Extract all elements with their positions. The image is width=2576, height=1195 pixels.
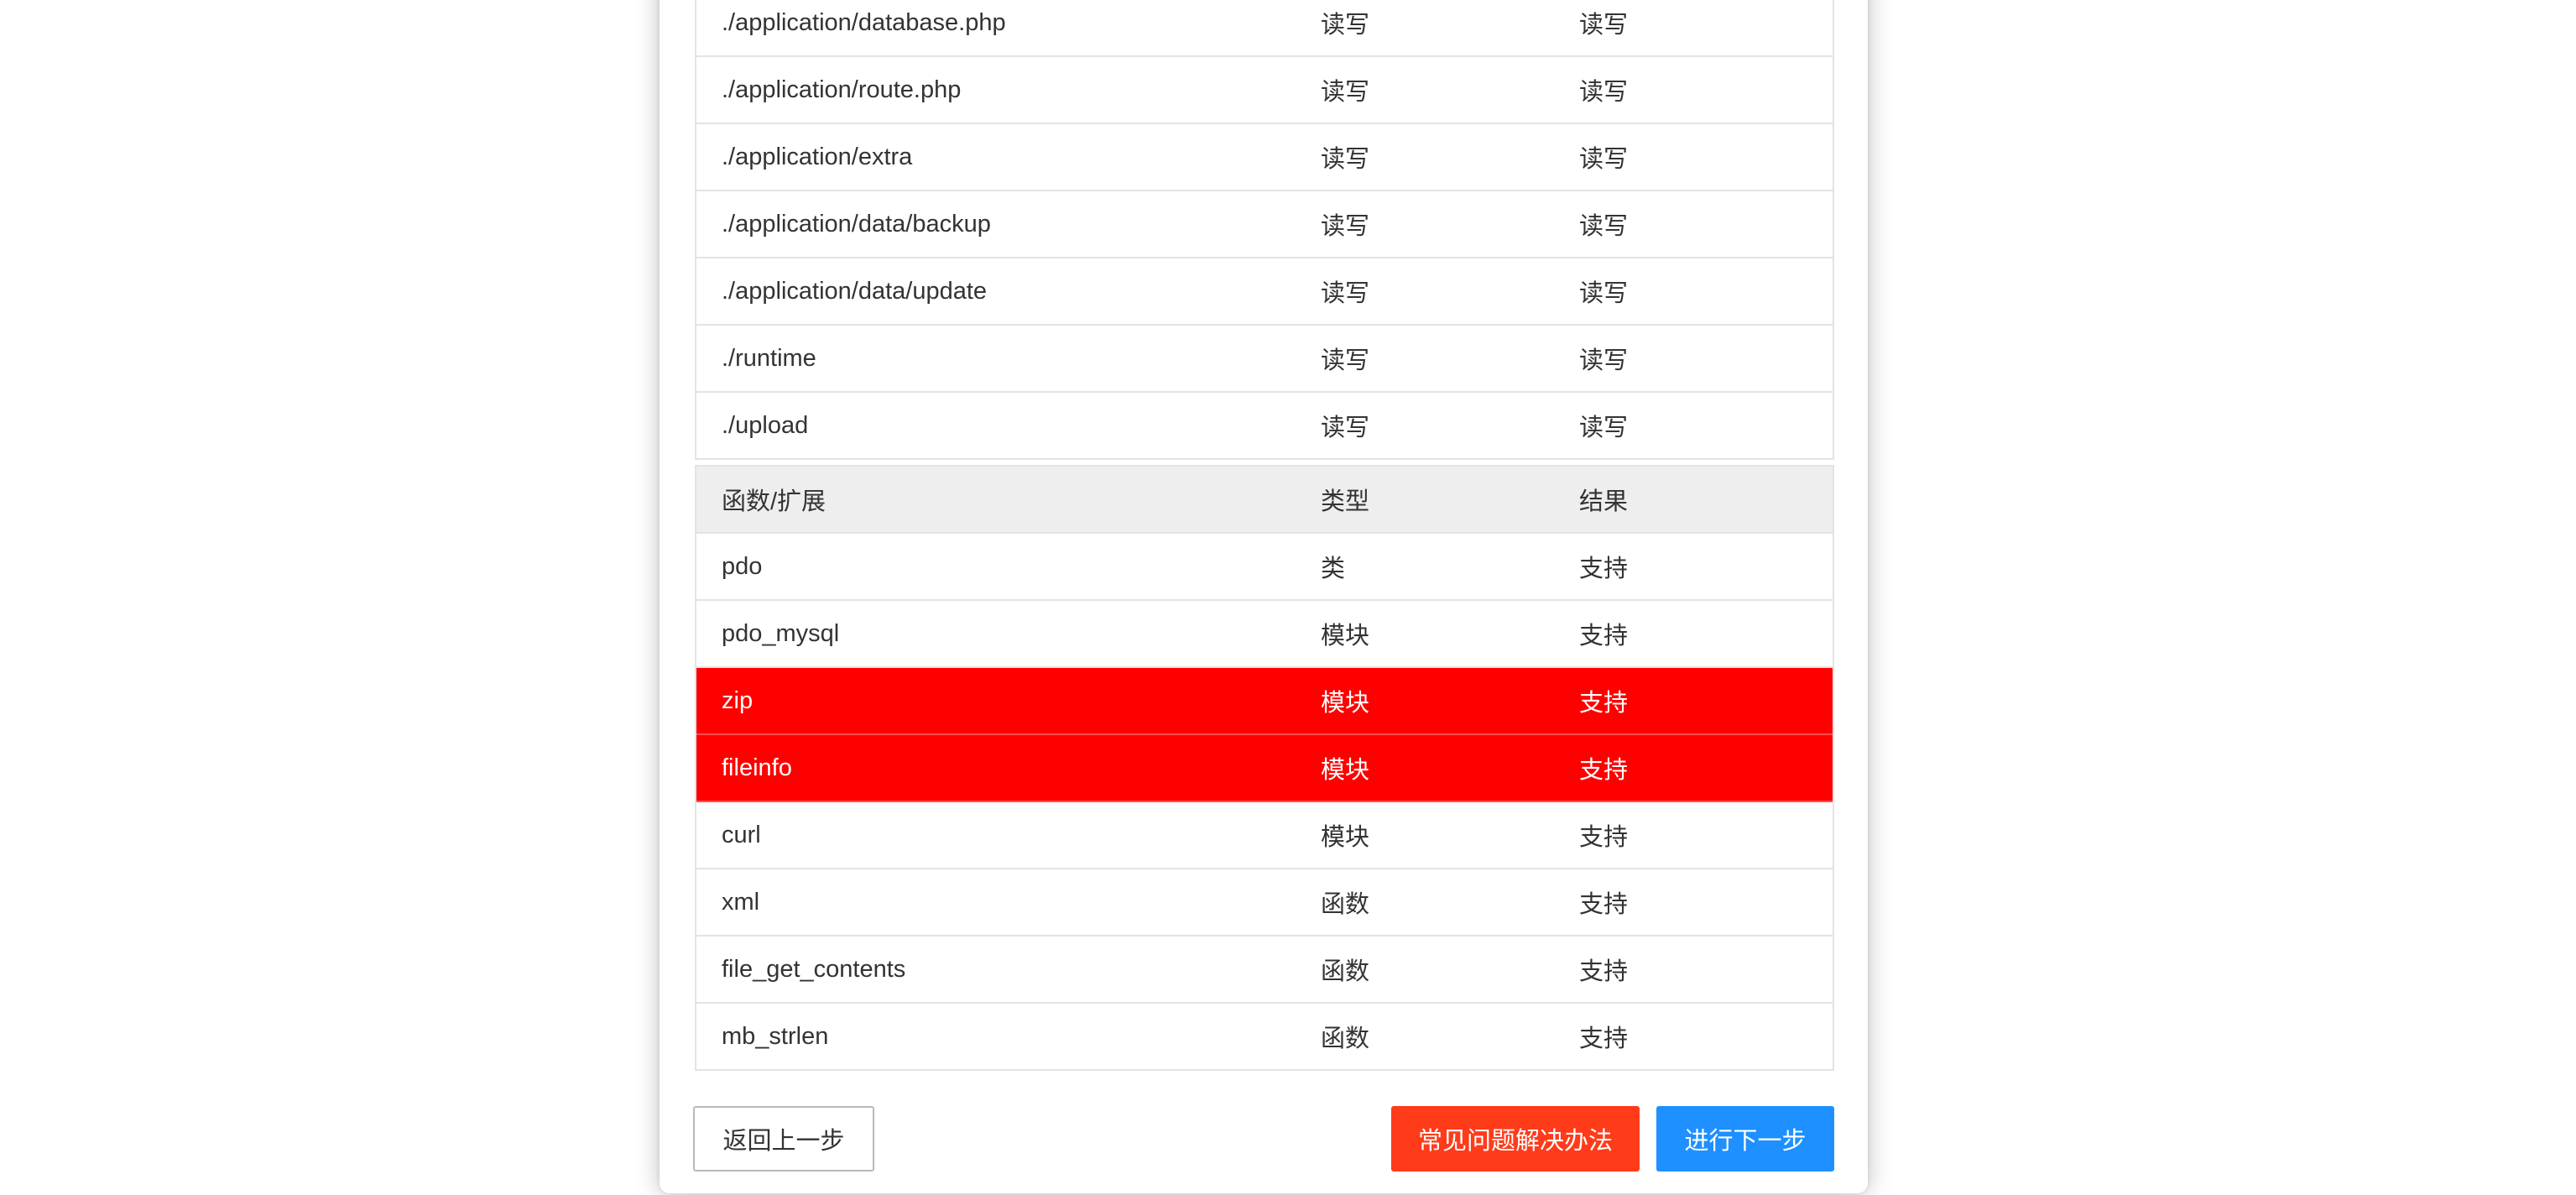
table-row: ./application/database.php 读写 读写 (696, 0, 1833, 57)
dir-current: 读写 (1579, 79, 1629, 106)
ext-name: curl (722, 821, 761, 848)
table-row: ./application/extra 读写 读写 (696, 124, 1833, 191)
directory-permission-table: ./application/database.php 读写 读写 ./appli… (695, 0, 1834, 460)
ext-type: 函数 (1321, 891, 1370, 918)
table-row: pdo 类 支持 (696, 534, 1833, 601)
faq-button[interactable]: 常见问题解决办法 (1391, 1106, 1640, 1172)
dir-current: 读写 (1579, 12, 1629, 39)
ext-type: 模块 (1321, 623, 1370, 650)
back-button[interactable]: 返回上一步 (693, 1106, 874, 1172)
table-row: ./upload 读写 读写 (696, 393, 1833, 458)
table-row: pdo_mysql 模块 支持 (696, 601, 1833, 668)
extension-check-table: 函数/扩展 类型 结果 pdo 类 支持 pdo_mysql 模块 支持 zip… (695, 465, 1834, 1071)
dir-current: 读写 (1579, 213, 1629, 240)
dir-path: ./application/data/backup (722, 210, 991, 237)
ext-name: fileinfo (722, 754, 792, 781)
dir-required: 读写 (1321, 280, 1370, 307)
ext-name: file_get_contents (722, 955, 906, 983)
ext-result: 支持 (1579, 757, 1629, 784)
ext-name: mb_strlen (722, 1022, 829, 1050)
ext-result: 支持 (1579, 623, 1629, 650)
table-row: zip 模块 支持 (696, 668, 1833, 735)
dir-path: ./application/route.php (722, 76, 962, 103)
ext-type: 函数 (1321, 958, 1370, 985)
dir-required: 读写 (1321, 79, 1370, 106)
table-row: ./application/route.php 读写 读写 (696, 57, 1833, 124)
column-header-name: 函数/扩展 (722, 488, 827, 515)
ext-name: pdo (722, 552, 763, 580)
dir-current: 读写 (1579, 415, 1629, 441)
dir-required: 读写 (1321, 415, 1370, 441)
dir-required: 读写 (1321, 347, 1370, 374)
table-row: ./runtime 读写 读写 (696, 326, 1833, 393)
dir-path: ./runtime (722, 344, 816, 372)
dir-current: 读写 (1579, 347, 1629, 374)
table-row: ./application/data/backup 读写 读写 (696, 191, 1833, 258)
table-row: curl 模块 支持 (696, 802, 1833, 869)
ext-type: 模块 (1321, 690, 1370, 717)
table-row: mb_strlen 函数 支持 (696, 1004, 1833, 1069)
ext-result: 支持 (1579, 824, 1629, 851)
dir-path: ./application/data/update (722, 277, 988, 305)
ext-result: 支持 (1579, 690, 1629, 717)
ext-result: 支持 (1579, 958, 1629, 985)
dir-current: 读写 (1579, 146, 1629, 173)
dir-current: 读写 (1579, 280, 1629, 307)
dir-required: 读写 (1321, 12, 1370, 39)
ext-type: 类 (1321, 556, 1346, 582)
table-row: xml 函数 支持 (696, 869, 1833, 937)
dir-path: ./application/database.php (722, 8, 1006, 36)
ext-type: 模块 (1321, 824, 1370, 851)
table-row: ./application/data/update 读写 读写 (696, 258, 1833, 326)
ext-name: xml (722, 888, 760, 916)
dir-path: ./application/extra (722, 143, 913, 170)
dir-required: 读写 (1321, 146, 1370, 173)
table-header-row: 函数/扩展 类型 结果 (696, 467, 1833, 534)
dir-path: ./upload (722, 411, 809, 439)
column-header-type: 类型 (1321, 488, 1370, 515)
ext-result: 支持 (1579, 556, 1629, 582)
ext-name: pdo_mysql (722, 619, 840, 647)
ext-type: 函数 (1321, 1025, 1370, 1052)
table-row: file_get_contents 函数 支持 (696, 937, 1833, 1004)
ext-result: 支持 (1579, 891, 1629, 918)
ext-result: 支持 (1579, 1025, 1629, 1052)
table-row: fileinfo 模块 支持 (696, 735, 1833, 802)
ext-type: 模块 (1321, 757, 1370, 784)
column-header-result: 结果 (1579, 488, 1629, 515)
next-step-button[interactable]: 进行下一步 (1656, 1106, 1834, 1172)
dir-required: 读写 (1321, 213, 1370, 240)
ext-name: zip (722, 686, 754, 714)
